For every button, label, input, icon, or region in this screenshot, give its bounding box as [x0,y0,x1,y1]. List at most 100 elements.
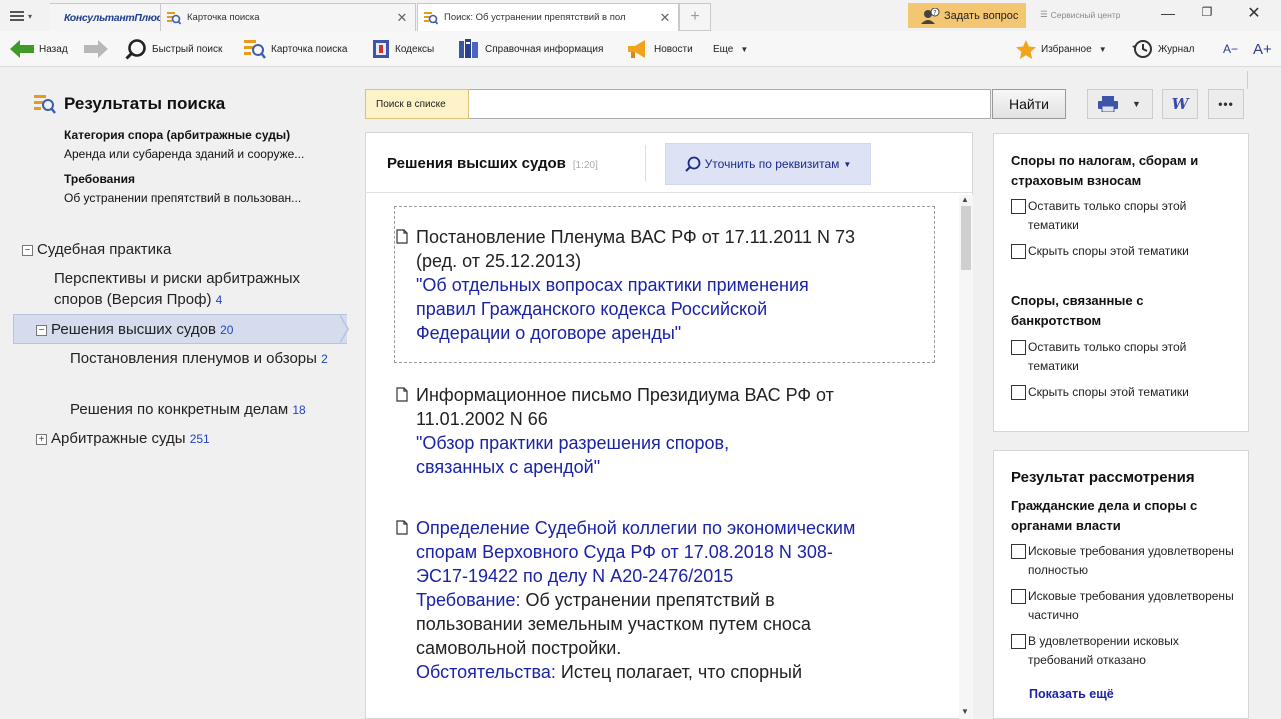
filter-option[interactable]: Исковые требования удовлетворены полност… [1011,542,1236,580]
checkbox[interactable] [1011,544,1026,559]
filter-option[interactable]: В удовлетворении исковых требований отка… [1011,632,1236,670]
toolbar: Назад Быстрый поиск Карточка поиска Коде… [0,31,1281,89]
tab-search-results[interactable]: Поиск: Об устранении препятствий в пол ✕ [417,3,679,31]
option-label: Оставить только споры этой тематики [1028,199,1187,232]
requirement-label: Требование: [416,590,521,610]
filter-option[interactable]: Исковые требования удовлетворены частичн… [1011,587,1236,625]
document-item[interactable]: Определение Судебной коллегии по экономи… [396,516,876,719]
header-divider [645,145,646,181]
news-button[interactable]: Новости [627,31,693,67]
more-options-button[interactable]: ••• [1208,89,1244,119]
filter-option[interactable]: Оставить только споры этой тематики [1011,197,1236,235]
hamburger-icon [10,10,24,22]
font-increase-button[interactable]: A+ [1253,31,1272,67]
list-title: Решения высших судов [387,155,566,172]
scroll-down-icon[interactable]: ▼ [961,707,969,716]
journal-button[interactable]: Журнал [1131,31,1195,67]
chevron-down-icon[interactable]: ▼ [1132,99,1141,109]
search-card-label: Карточка поиска [271,43,348,55]
chevron-down-icon: ▼ [740,44,749,54]
tree-item-arbitration[interactable]: + Арбитражные суды 251 [36,428,210,450]
checkbox[interactable] [1011,589,1026,604]
filter-option[interactable]: Оставить только споры этой тематики [1011,338,1236,376]
collapse-icon[interactable]: − [22,244,33,256]
results-title: Результаты поиска [64,94,226,113]
quick-search-label: Быстрый поиск [152,43,223,55]
option-label: Оставить только споры этой тематики [1028,340,1187,373]
circumstances-text: Истец полагает, что спорный [555,662,803,682]
quick-search-button[interactable]: Быстрый поиск [125,31,222,67]
main-menu-button[interactable]: ▾ [3,4,43,28]
close-tab-icon[interactable]: ✕ [395,10,409,26]
tree-label: Арбитражные суды [51,430,186,447]
checkbox[interactable] [1011,244,1026,259]
document-item[interactable]: Информационное письмо Президиума ВАС РФ … [396,383,876,479]
arrow-left-icon [10,40,34,58]
tree-item-higher-courts[interactable]: − Решения высших судов 20 [36,319,233,341]
collapse-icon[interactable]: − [36,324,47,336]
more-menu-button[interactable]: Еще ▼ [713,31,748,67]
favorites-button[interactable]: Избранное ▼ [1016,31,1107,67]
checkbox[interactable] [1011,199,1026,214]
tree-label: Судебная практика [37,241,172,258]
checkbox[interactable] [1011,634,1026,649]
toolbar-divider [1247,71,1248,89]
chevron-down-icon: ▼ [843,159,852,169]
megaphone-icon [627,39,649,59]
results-heading: Результаты поиска [34,94,225,114]
restore-window-icon[interactable]: ❐ [1193,5,1221,25]
tab-home[interactable]: КонсультантПлюс [50,3,162,31]
search-card-button[interactable]: Карточка поиска [244,31,347,67]
close-tab-icon[interactable]: ✕ [658,10,672,26]
export-word-button[interactable]: W [1162,89,1198,119]
criteria-heading: Требования [64,172,135,186]
results-list-title: Решения высших судов [1:20] [387,155,598,172]
results-scrollbar[interactable] [959,195,973,719]
search-icon [125,38,147,60]
scrollbar-thumb[interactable] [961,206,971,270]
option-label: Скрыть споры этой тематики [1028,385,1189,399]
tree-item-plenums[interactable]: Постановления пленумов и обзоры 2 [70,348,330,370]
codes-button[interactable]: Кодексы [372,31,434,67]
person-question-icon: ? [920,7,940,24]
document-link[interactable]: "Обзор практики разрешения споров, связа… [396,431,796,479]
refine-by-details-button[interactable]: Уточнить по реквизитам ▼ [665,143,871,185]
tree-item-specific-cases[interactable]: Решения по конкретным делам 18 [70,399,306,421]
document-link[interactable]: "Об отдельных вопросах практики применен… [396,273,866,345]
tab-search-card[interactable]: Карточка поиска ✕ [160,3,416,31]
document-icon [396,229,408,244]
document-item[interactable]: Постановление Пленума ВАС РФ от 17.11.20… [396,225,876,345]
new-tab-button[interactable]: + [679,3,711,31]
print-button[interactable]: ▼ [1087,89,1153,119]
search-in-list-input[interactable] [469,89,991,119]
back-button[interactable]: Назад [10,31,68,67]
scroll-up-icon[interactable]: ▲ [961,195,969,204]
checkbox[interactable] [1011,340,1026,355]
document-icon [396,520,408,535]
find-button[interactable]: Найти [992,89,1066,119]
show-more-link[interactable]: Показать ещё [1029,687,1114,701]
expand-icon[interactable]: + [36,433,47,445]
filter-option[interactable]: Скрыть споры этой тематики [1011,242,1236,261]
service-center-link[interactable]: ☰ Сервисный центр [1040,9,1120,20]
ask-question-button[interactable]: ? Задать вопрос [908,3,1026,28]
books-icon [458,39,480,59]
minimize-window-icon[interactable]: — [1154,5,1182,25]
option-label: В удовлетворении исковых требований отка… [1028,634,1179,667]
tree-count: 4 [215,293,223,307]
ask-question-label: Задать вопрос [944,9,1019,22]
tree-root-judicial-practice[interactable]: − Судебная практика [22,239,171,260]
reference-info-button[interactable]: Справочная информация [458,31,603,67]
close-window-icon[interactable]: ✕ [1240,3,1268,23]
forward-button[interactable] [84,31,108,67]
font-decrease-button[interactable]: A− [1223,31,1238,67]
filter-subheading: Гражданские дела и споры с органами влас… [1011,498,1198,533]
codes-label: Кодексы [395,43,435,55]
tree-label: Перспективы и риски арбитражных споров (… [54,270,301,308]
document-link[interactable]: Определение Судебной коллегии по экономи… [396,516,866,588]
tree-item-prospects[interactable]: Перспективы и риски арбитражных споров (… [54,268,344,311]
checkbox[interactable] [1011,385,1026,400]
tree-label: Решения высших судов [51,321,216,338]
filter-option[interactable]: Скрыть споры этой тематики [1011,383,1236,402]
brand-logo: КонсультантПлюс [64,11,162,24]
